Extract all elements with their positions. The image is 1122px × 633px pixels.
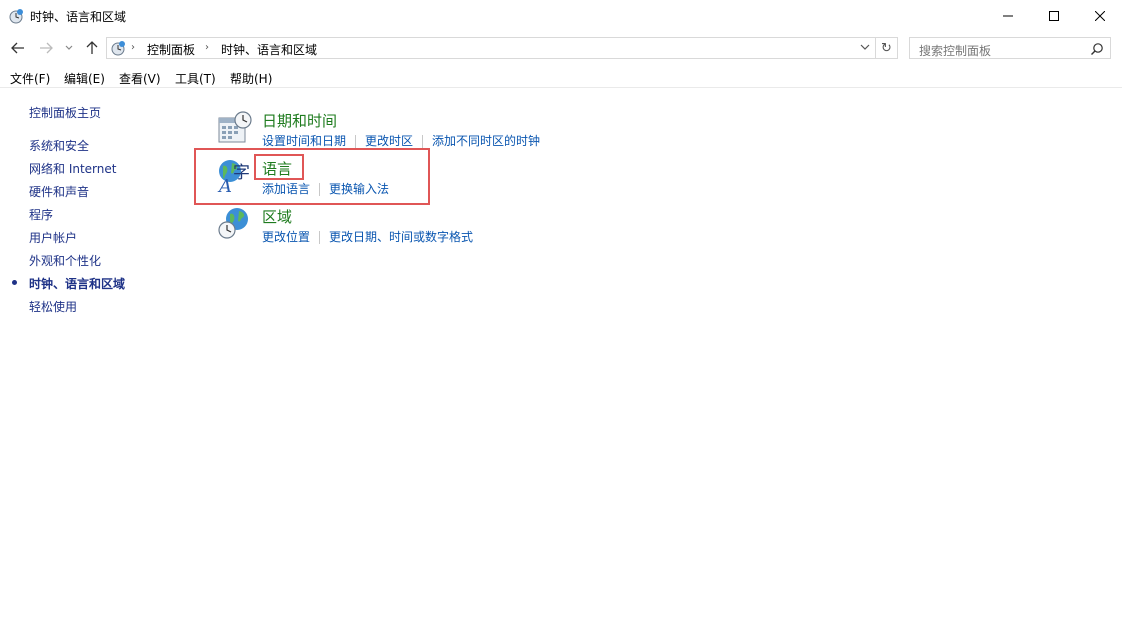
breadcrumb-separator-icon[interactable]: › [205, 42, 209, 53]
link-change-location[interactable]: 更改位置 [262, 230, 310, 244]
calendar-clock-icon[interactable] [217, 110, 253, 146]
breadcrumb-control-panel[interactable]: 控制面板 [147, 41, 195, 58]
link-divider [422, 135, 424, 148]
sidebar-item-appearance[interactable]: 外观和个性化 [29, 252, 101, 269]
maximize-button[interactable] [1031, 0, 1077, 31]
sidebar-item-ease-of-access[interactable]: 轻松使用 [29, 298, 77, 315]
control-panel-clock-icon [9, 9, 23, 24]
sidebar-item-user-accounts[interactable]: 用户帐户 [29, 229, 77, 246]
highlight-box-language-category [194, 148, 430, 205]
search-box[interactable]: 搜索控制面板 [909, 37, 1111, 59]
link-add-clocks[interactable]: 添加不同时区的时钟 [432, 134, 540, 148]
menu-file[interactable]: 文件(F) [10, 70, 50, 87]
category-links: 设置时间和日期 更改时区 添加不同时区的时钟 [262, 132, 540, 149]
search-icon[interactable] [1090, 42, 1104, 56]
sidebar-item-programs[interactable]: 程序 [29, 206, 53, 223]
link-divider [355, 135, 357, 148]
address-dropdown-button[interactable] [859, 41, 875, 57]
close-icon [1095, 10, 1105, 21]
chevron-down-icon [860, 44, 870, 50]
category-title-date-time[interactable]: 日期和时间 [262, 110, 337, 131]
forward-button[interactable] [36, 38, 56, 58]
active-indicator-dot [12, 280, 17, 285]
category-region: 区域 更改位置 更改日期、时间或数字格式 [217, 206, 637, 250]
back-button[interactable] [8, 38, 28, 58]
link-change-timezone[interactable]: 更改时区 [365, 134, 413, 148]
close-button[interactable] [1077, 0, 1122, 31]
sidebar-item-home[interactable]: 控制面板主页 [29, 104, 101, 121]
menu-bar: 文件(F) 编辑(E) 查看(V) 工具(T) 帮助(H) [0, 66, 1122, 88]
up-button[interactable] [82, 38, 102, 58]
sidebar-item-clock-language-region[interactable]: 时钟、语言和区域 [29, 275, 125, 292]
arrow-up-icon [86, 41, 98, 54]
search-input[interactable]: 搜索控制面板 [919, 42, 991, 59]
address-bar[interactable]: › 控制面板 › 时钟、语言和区域 [106, 37, 876, 59]
category-title-region[interactable]: 区域 [262, 206, 292, 227]
breadcrumb-clock-language-region[interactable]: 时钟、语言和区域 [221, 41, 317, 58]
link-change-date-time-number-format[interactable]: 更改日期、时间或数字格式 [329, 230, 473, 244]
refresh-icon: ↻ [881, 40, 892, 56]
menu-edit[interactable]: 编辑(E) [64, 70, 105, 87]
sidebar-item-network[interactable]: 网络和 Internet [29, 160, 116, 177]
region-globe-clock-icon[interactable] [217, 206, 253, 242]
maximize-icon [1049, 10, 1059, 21]
window-title: 时钟、语言和区域 [30, 10, 127, 24]
link-set-time-date[interactable]: 设置时间和日期 [262, 134, 346, 148]
menu-help[interactable]: 帮助(H) [230, 70, 272, 87]
sidebar-item-hardware-sound[interactable]: 硬件和声音 [29, 183, 89, 200]
chevron-down-icon [65, 45, 73, 50]
sidebar-item-system-security[interactable]: 系统和安全 [29, 137, 89, 154]
category-links: 更改位置 更改日期、时间或数字格式 [262, 228, 473, 245]
arrow-left-icon [11, 42, 24, 54]
navigation-bar: › 控制面板 › 时钟、语言和区域 ↻ 搜索控制面板 [0, 34, 1122, 62]
minimize-button[interactable] [985, 0, 1031, 31]
refresh-button[interactable]: ↻ [876, 37, 898, 59]
highlight-box-language-title [254, 154, 304, 180]
minimize-icon [1003, 15, 1013, 16]
control-panel-clock-icon [111, 41, 125, 56]
menu-tools[interactable]: 工具(T) [175, 70, 216, 87]
arrow-right-icon [40, 42, 53, 54]
title-bar: 时钟、语言和区域 [0, 0, 1122, 31]
link-divider [319, 231, 321, 244]
recent-locations-button[interactable] [62, 38, 76, 58]
menu-view[interactable]: 查看(V) [119, 70, 161, 87]
breadcrumb-separator-icon[interactable]: › [131, 42, 135, 53]
